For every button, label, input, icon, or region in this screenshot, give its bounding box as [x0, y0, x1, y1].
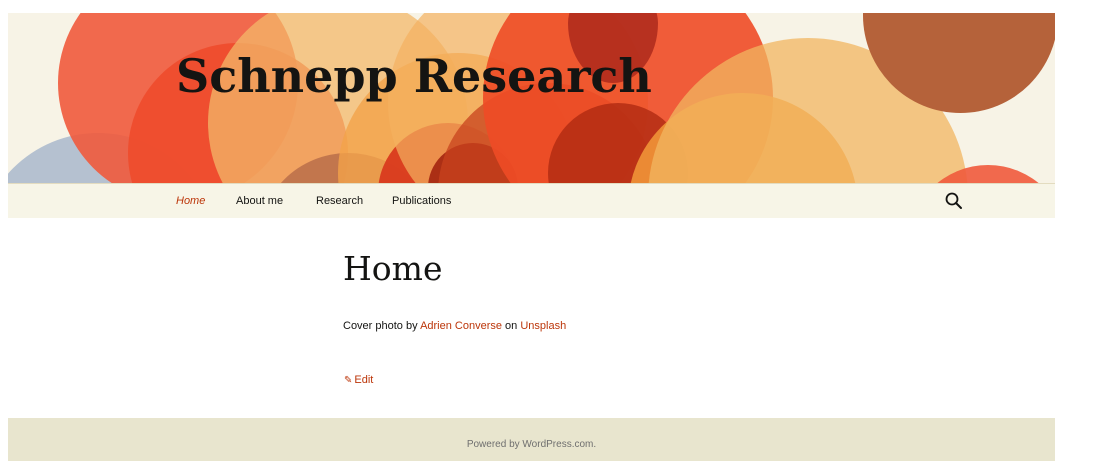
photographer-link[interactable]: Adrien Converse	[420, 320, 502, 332]
credit-prefix: Cover photo by	[343, 320, 421, 332]
search-icon[interactable]	[944, 191, 964, 211]
edit-label: Edit	[354, 374, 374, 386]
main-navigation: Home About me Research Publications	[8, 183, 1055, 218]
powered-suffix: .	[593, 439, 597, 450]
nav-item-research[interactable]: Research	[316, 184, 363, 218]
site-header: Schnepp Research	[8, 13, 1055, 183]
site-footer: Powered by WordPress.com.	[8, 418, 1055, 461]
nav-item-publications[interactable]: Publications	[392, 184, 451, 218]
credit-middle: on	[502, 320, 521, 332]
site-title[interactable]: Schnepp Research	[176, 47, 652, 105]
nav-item-home[interactable]: Home	[176, 184, 205, 218]
unsplash-link[interactable]: Unsplash	[520, 320, 566, 332]
page-title: Home	[343, 249, 443, 288]
wordpress-link[interactable]: WordPress.com	[522, 439, 593, 450]
edit-link[interactable]: ✎ Edit	[344, 372, 373, 389]
entry-content: Cover photo by Adrien Converse on Unspla…	[343, 318, 566, 334]
page: Schnepp Research Home About me Research …	[8, 13, 1055, 461]
nav-item-about-me[interactable]: About me	[236, 184, 283, 218]
powered-prefix: Powered by	[466, 439, 523, 450]
pencil-icon: ✎	[344, 375, 353, 386]
footer-credit: Powered by WordPress.com.	[8, 438, 1055, 452]
